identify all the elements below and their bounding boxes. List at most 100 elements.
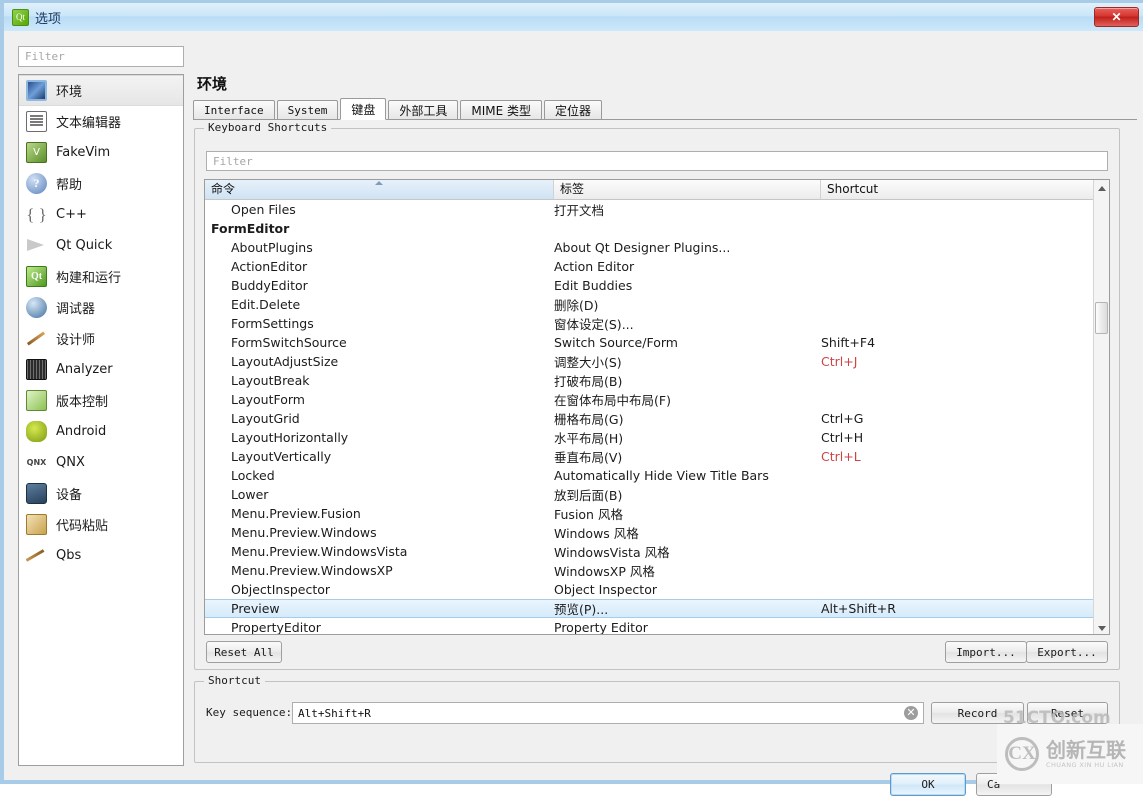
sidebar-item-5[interactable]: Qt Quick <box>19 230 183 261</box>
cell-label: 在窗体布局中布局(F) <box>554 390 821 409</box>
sidebar-item-3[interactable]: ?帮助 <box>19 168 183 199</box>
qbs-icon <box>26 545 47 566</box>
import-button[interactable]: Import... <box>945 641 1027 663</box>
table-row[interactable]: ActionEditorAction Editor <box>205 257 1109 276</box>
sidebar-item-label: Qt Quick <box>56 238 112 253</box>
table-row[interactable]: LayoutBreak打破布局(B) <box>205 371 1109 390</box>
version-control-icon <box>26 390 47 411</box>
sidebar-item-10[interactable]: 版本控制 <box>19 385 183 416</box>
sidebar-item-12[interactable]: QNXQNX <box>19 447 183 478</box>
dialog-client-area: Filter 环境文本编辑器VFakeVim?帮助{ }C++ Qt Quick Q… <box>4 31 1143 780</box>
cell-label: Object Inspector <box>554 582 821 597</box>
sidebar-item-13[interactable]: 设备 <box>19 478 183 509</box>
sidebar-filter-input[interactable]: Filter <box>18 46 184 67</box>
tab-0[interactable]: Interface <box>193 100 275 119</box>
column-header-command[interactable]: 命令 <box>205 180 554 200</box>
table-row[interactable]: FormEditor <box>205 219 1109 238</box>
table-row[interactable]: Edit.Delete删除(D) <box>205 295 1109 314</box>
shortcuts-table[interactable]: 命令 标签 Shortcut Open Files打开文档 FormEditor A… <box>204 179 1110 635</box>
tab-5[interactable]: 定位器 <box>544 100 602 119</box>
sidebar-item-label: Qbs <box>56 548 81 563</box>
sidebar-item-9[interactable]: Analyzer <box>19 354 183 385</box>
qt-creator-icon: Qt <box>12 9 29 26</box>
sidebar-item-14[interactable]: 代码粘贴 <box>19 509 183 540</box>
cell-command: Open Files <box>205 202 554 217</box>
table-header-row: 命令 标签 Shortcut <box>205 180 1109 200</box>
cell-command: ActionEditor <box>205 259 554 274</box>
tab-4[interactable]: MIME 类型 <box>460 100 542 119</box>
sidebar-item-1[interactable]: 文本编辑器 <box>19 106 183 137</box>
table-row[interactable]: Menu.Preview.WindowsWindows 风格 <box>205 523 1109 542</box>
sidebar-item-6[interactable]: Qt构建和运行 <box>19 261 183 292</box>
ok-button[interactable]: OK <box>890 773 966 796</box>
cell-label: 水平布局(H) <box>554 428 821 447</box>
table-row[interactable]: BuddyEditorEdit Buddies <box>205 276 1109 295</box>
column-header-label[interactable]: 标签 <box>554 180 821 200</box>
cell-command: FormEditor <box>205 221 554 236</box>
analyzer-icon <box>26 359 47 380</box>
window-title: 选项 <box>35 8 61 27</box>
table-row[interactable]: Menu.Preview.WindowsVistaWindowsVista 风格 <box>205 542 1109 561</box>
qtquick-icon <box>26 235 47 256</box>
sidebar-item-2[interactable]: VFakeVim <box>19 137 183 168</box>
table-row[interactable]: FormSettings窗体设定(S)... <box>205 314 1109 333</box>
clear-icon[interactable]: ✕ <box>904 706 918 720</box>
table-body[interactable]: Open Files打开文档 FormEditor AboutPluginsAbou… <box>205 200 1109 634</box>
shortcuts-filter-input[interactable]: Filter <box>206 151 1108 171</box>
table-row[interactable]: Menu.Preview.WindowsXPWindowsXP 风格 <box>205 561 1109 580</box>
cell-command: Edit.Delete <box>205 297 554 312</box>
sidebar-item-label: 代码粘贴 <box>56 515 108 534</box>
tab-2[interactable]: 键盘 <box>340 98 386 120</box>
sidebar-item-7[interactable]: 调试器 <box>19 292 183 323</box>
scroll-up-icon[interactable] <box>1094 180 1109 196</box>
watermark-cn-text: 创新互联 <box>1046 740 1126 761</box>
sidebar-item-15[interactable]: Qbs <box>19 540 183 571</box>
cell-shortcut: Ctrl+H <box>821 430 1093 445</box>
table-row[interactable]: LayoutForm在窗体布局中布局(F) <box>205 390 1109 409</box>
environment-icon <box>26 80 47 101</box>
close-icon[interactable]: ✕ <box>1094 7 1139 27</box>
reset-all-button[interactable]: Reset All <box>206 641 282 663</box>
table-row[interactable]: Menu.Preview.FusionFusion 风格 <box>205 504 1109 523</box>
scroll-down-icon[interactable] <box>1094 620 1109 635</box>
sidebar-item-label: Android <box>56 424 106 439</box>
column-header-shortcut[interactable]: Shortcut <box>821 180 1093 200</box>
table-row[interactable]: Preview预览(P)...Alt+Shift+R <box>205 599 1109 618</box>
scrollbar-thumb[interactable] <box>1095 302 1108 334</box>
tab-1[interactable]: System <box>277 100 339 119</box>
table-row[interactable]: Open Files打开文档 <box>205 200 1109 219</box>
category-list[interactable]: 环境文本编辑器VFakeVim?帮助{ }C++ Qt Quick Qt构建和运行调… <box>18 74 184 766</box>
cell-shortcut: Ctrl+J <box>821 354 1093 369</box>
sidebar-item-label: 设计师 <box>56 329 95 348</box>
tab-strip[interactable]: InterfaceSystem键盘外部工具MIME 类型定位器 <box>193 99 1137 120</box>
sidebar-item-label: C++ <box>56 207 87 222</box>
table-vertical-scrollbar[interactable] <box>1093 180 1109 635</box>
sidebar-item-8[interactable]: 设计师 <box>19 323 183 354</box>
export-button[interactable]: Export... <box>1026 641 1108 663</box>
watermark-en-text: CHUANG XIN HU LIAN <box>1046 761 1126 769</box>
table-row[interactable]: ObjectInspectorObject Inspector <box>205 580 1109 599</box>
table-row[interactable]: LayoutGrid栅格布局(G)Ctrl+G <box>205 409 1109 428</box>
android-icon <box>26 421 47 442</box>
cell-label: 预览(P)... <box>554 599 821 618</box>
tab-3[interactable]: 外部工具 <box>388 100 458 119</box>
sidebar-item-label: QNX <box>56 455 85 470</box>
table-row[interactable]: FormSwitchSourceSwitch Source/FormShift+… <box>205 333 1109 352</box>
debugger-icon <box>26 297 47 318</box>
key-sequence-input[interactable]: Alt+Shift+R <box>292 702 924 724</box>
cell-label: 调整大小(S) <box>554 352 821 371</box>
table-row[interactable]: LayoutHorizontally水平布局(H)Ctrl+H <box>205 428 1109 447</box>
fakevim-icon: V <box>26 142 47 163</box>
table-row[interactable]: AboutPluginsAbout Qt Designer Plugins... <box>205 238 1109 257</box>
sidebar-item-0[interactable]: 环境 <box>19 75 183 106</box>
sidebar-item-4[interactable]: { }C++ <box>19 199 183 230</box>
sidebar-item-11[interactable]: Android <box>19 416 183 447</box>
table-row[interactable]: PropertyEditorProperty Editor <box>205 618 1109 634</box>
cell-shortcut: Ctrl+G <box>821 411 1093 426</box>
table-row[interactable]: Lower放到后面(B) <box>205 485 1109 504</box>
cell-command: LayoutGrid <box>205 411 554 426</box>
help-icon: ? <box>26 173 47 194</box>
table-row[interactable]: LockedAutomatically Hide View Title Bars <box>205 466 1109 485</box>
table-row[interactable]: LayoutVertically垂直布局(V)Ctrl+L <box>205 447 1109 466</box>
table-row[interactable]: LayoutAdjustSize调整大小(S)Ctrl+J <box>205 352 1109 371</box>
